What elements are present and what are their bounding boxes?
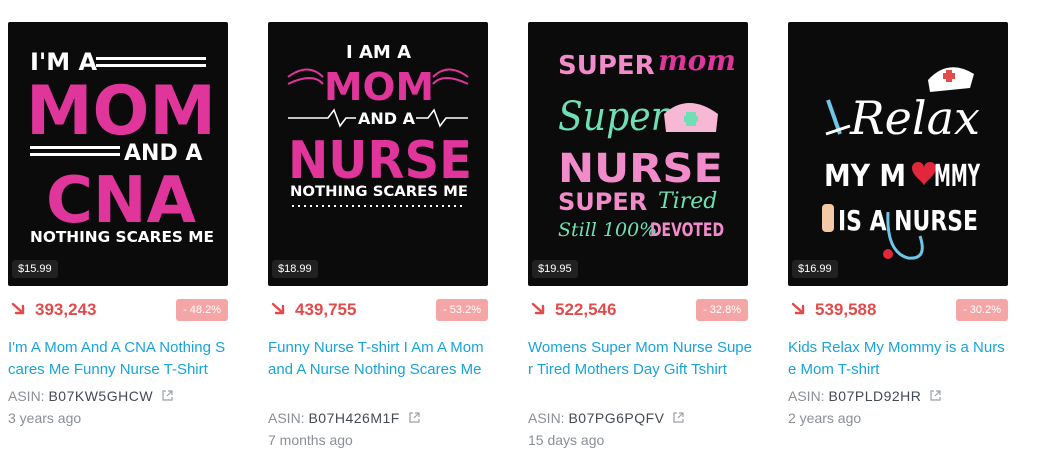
design-text: Tired <box>658 189 717 214</box>
syringe-icon <box>825 99 851 136</box>
design-flourish <box>287 68 324 85</box>
listing-age: 2 years ago <box>788 410 862 426</box>
rank-change-badge: - 32.8% <box>696 299 748 321</box>
design-text: SUPER <box>558 188 647 216</box>
asin-value: B07PG6PQFV <box>568 410 665 426</box>
design-text: Still 100% <box>558 219 657 241</box>
rank-row: 539,588 - 30.2% <box>790 298 1008 324</box>
nurse-cap-icon <box>928 67 974 92</box>
design-text: NOTHING SCARES ME <box>30 228 214 246</box>
rank-row: 522,546 - 32.8% <box>530 298 748 324</box>
design-text: MY M <box>824 159 906 194</box>
external-link-icon[interactable] <box>408 411 421 424</box>
design-text: I AM A <box>346 42 411 63</box>
asin-value: B07KW5GHCW <box>48 388 154 404</box>
product-title-link[interactable]: Kids Relax My Mommy is a Nurse Mom T-shi… <box>788 337 1012 381</box>
price-tag: $19.95 <box>532 260 578 278</box>
listing-age: 3 years ago <box>8 410 82 426</box>
design-text: MMY <box>934 159 981 194</box>
sales-rank: 439,755 <box>295 300 357 319</box>
trend-down-arrow-icon <box>271 302 285 315</box>
listing-age: 15 days ago <box>528 432 605 448</box>
heartbeat-line <box>416 108 468 128</box>
heart-icon <box>912 162 936 186</box>
product-card: I AM A MOM AND A NURSE NOTHING SCARES ME… <box>268 0 498 465</box>
design-stripe <box>96 57 206 60</box>
price-tag: $18.99 <box>272 260 318 278</box>
bandage-icon <box>822 204 834 232</box>
design-text: IS A NURSE <box>838 204 978 237</box>
design-text: SUPER <box>558 51 655 81</box>
price-tag: $16.99 <box>792 260 838 278</box>
shirt-design: I AM A MOM AND A NURSE NOTHING SCARES ME <box>287 42 472 207</box>
shirt-design: I'M A MOM AND A CNA NOTHING SCARES ME <box>26 48 216 246</box>
asin-value: B07H426M1F <box>308 410 400 426</box>
heartbeat-line <box>288 108 356 128</box>
design-text: AND A <box>358 109 416 128</box>
design-text: AND A <box>124 141 202 166</box>
product-grid: I'M A MOM AND A CNA NOTHING SCARES ME $1… <box>0 0 1049 465</box>
product-card: I'M A MOM AND A CNA NOTHING SCARES ME $1… <box>8 0 238 465</box>
external-link-icon[interactable] <box>929 389 942 402</box>
asin-row: ASIN: B07PG6PQFV <box>528 408 685 428</box>
price-tag: $15.99 <box>12 260 58 278</box>
trend-down-arrow-icon <box>531 302 545 315</box>
external-link-icon[interactable] <box>161 389 174 402</box>
design-text: MOM <box>26 72 216 151</box>
product-title-link[interactable]: I'm A Mom And A CNA Nothing Scares Me Fu… <box>8 337 232 381</box>
rank-change-badge: - 53.2% <box>436 299 488 321</box>
design-text: CNA <box>46 164 196 238</box>
design-text: MOM <box>324 65 434 109</box>
product-title-link[interactable]: Womens Super Mom Nurse Super Tired Mothe… <box>528 337 752 381</box>
product-image[interactable]: I'M A MOM AND A CNA NOTHING SCARES ME $1… <box>8 22 228 286</box>
product-image[interactable]: Relax MY M MMY IS A NURSE $16.99 <box>788 22 1008 286</box>
product-image[interactable]: SUPER mom Super NURSE SUPER Tired Still … <box>528 22 748 286</box>
design-text: NURSE <box>288 131 472 191</box>
design-flourish <box>432 68 469 85</box>
asin-row: ASIN: B07PLD92HR <box>788 386 942 406</box>
design-text: Relax <box>849 91 980 145</box>
design-stripe <box>30 153 120 156</box>
rank-change-badge: - 30.2% <box>956 299 1008 321</box>
asin-label: ASIN: <box>8 388 45 404</box>
design-text: NURSE <box>558 146 723 192</box>
sales-rank: 539,588 <box>815 300 877 319</box>
asin-row: ASIN: B07KW5GHCW <box>8 386 174 406</box>
product-card: SUPER mom Super NURSE SUPER Tired Still … <box>528 0 758 465</box>
design-text: DEVOTED <box>650 219 724 241</box>
sales-rank: 522,546 <box>555 300 617 319</box>
design-stripe <box>30 146 120 149</box>
shirt-design: SUPER mom Super NURSE SUPER Tired Still … <box>558 44 736 241</box>
asin-row: ASIN: B07H426M1F <box>268 408 421 428</box>
asin-label: ASIN: <box>788 388 825 404</box>
rank-row: 439,755 - 53.2% <box>270 298 488 324</box>
shirt-design: Relax MY M MMY IS A NURSE <box>822 67 981 260</box>
asin-label: ASIN: <box>528 410 565 426</box>
trend-down-arrow-icon <box>791 302 805 315</box>
sales-rank: 393,243 <box>35 300 97 319</box>
product-title-link[interactable]: Funny Nurse T-shirt I Am A Mom and A Nur… <box>268 337 492 381</box>
product-card: Relax MY M MMY IS A NURSE $16.99 539,588… <box>788 0 1018 465</box>
design-text: mom <box>658 44 736 77</box>
design-text: Super <box>558 94 671 140</box>
asin-label: ASIN: <box>268 410 305 426</box>
listing-age: 7 months ago <box>268 432 353 448</box>
trend-down-arrow-icon <box>11 302 25 315</box>
rank-change-badge: - 48.2% <box>176 299 228 321</box>
rank-row: 393,243 - 48.2% <box>10 298 228 324</box>
design-stripe <box>96 64 206 67</box>
asin-value: B07PLD92HR <box>828 388 922 404</box>
product-image[interactable]: I AM A MOM AND A NURSE NOTHING SCARES ME… <box>268 22 488 286</box>
external-link-icon[interactable] <box>672 411 685 424</box>
design-text: NOTHING SCARES ME <box>290 184 468 200</box>
nurse-cap-icon <box>664 103 718 132</box>
